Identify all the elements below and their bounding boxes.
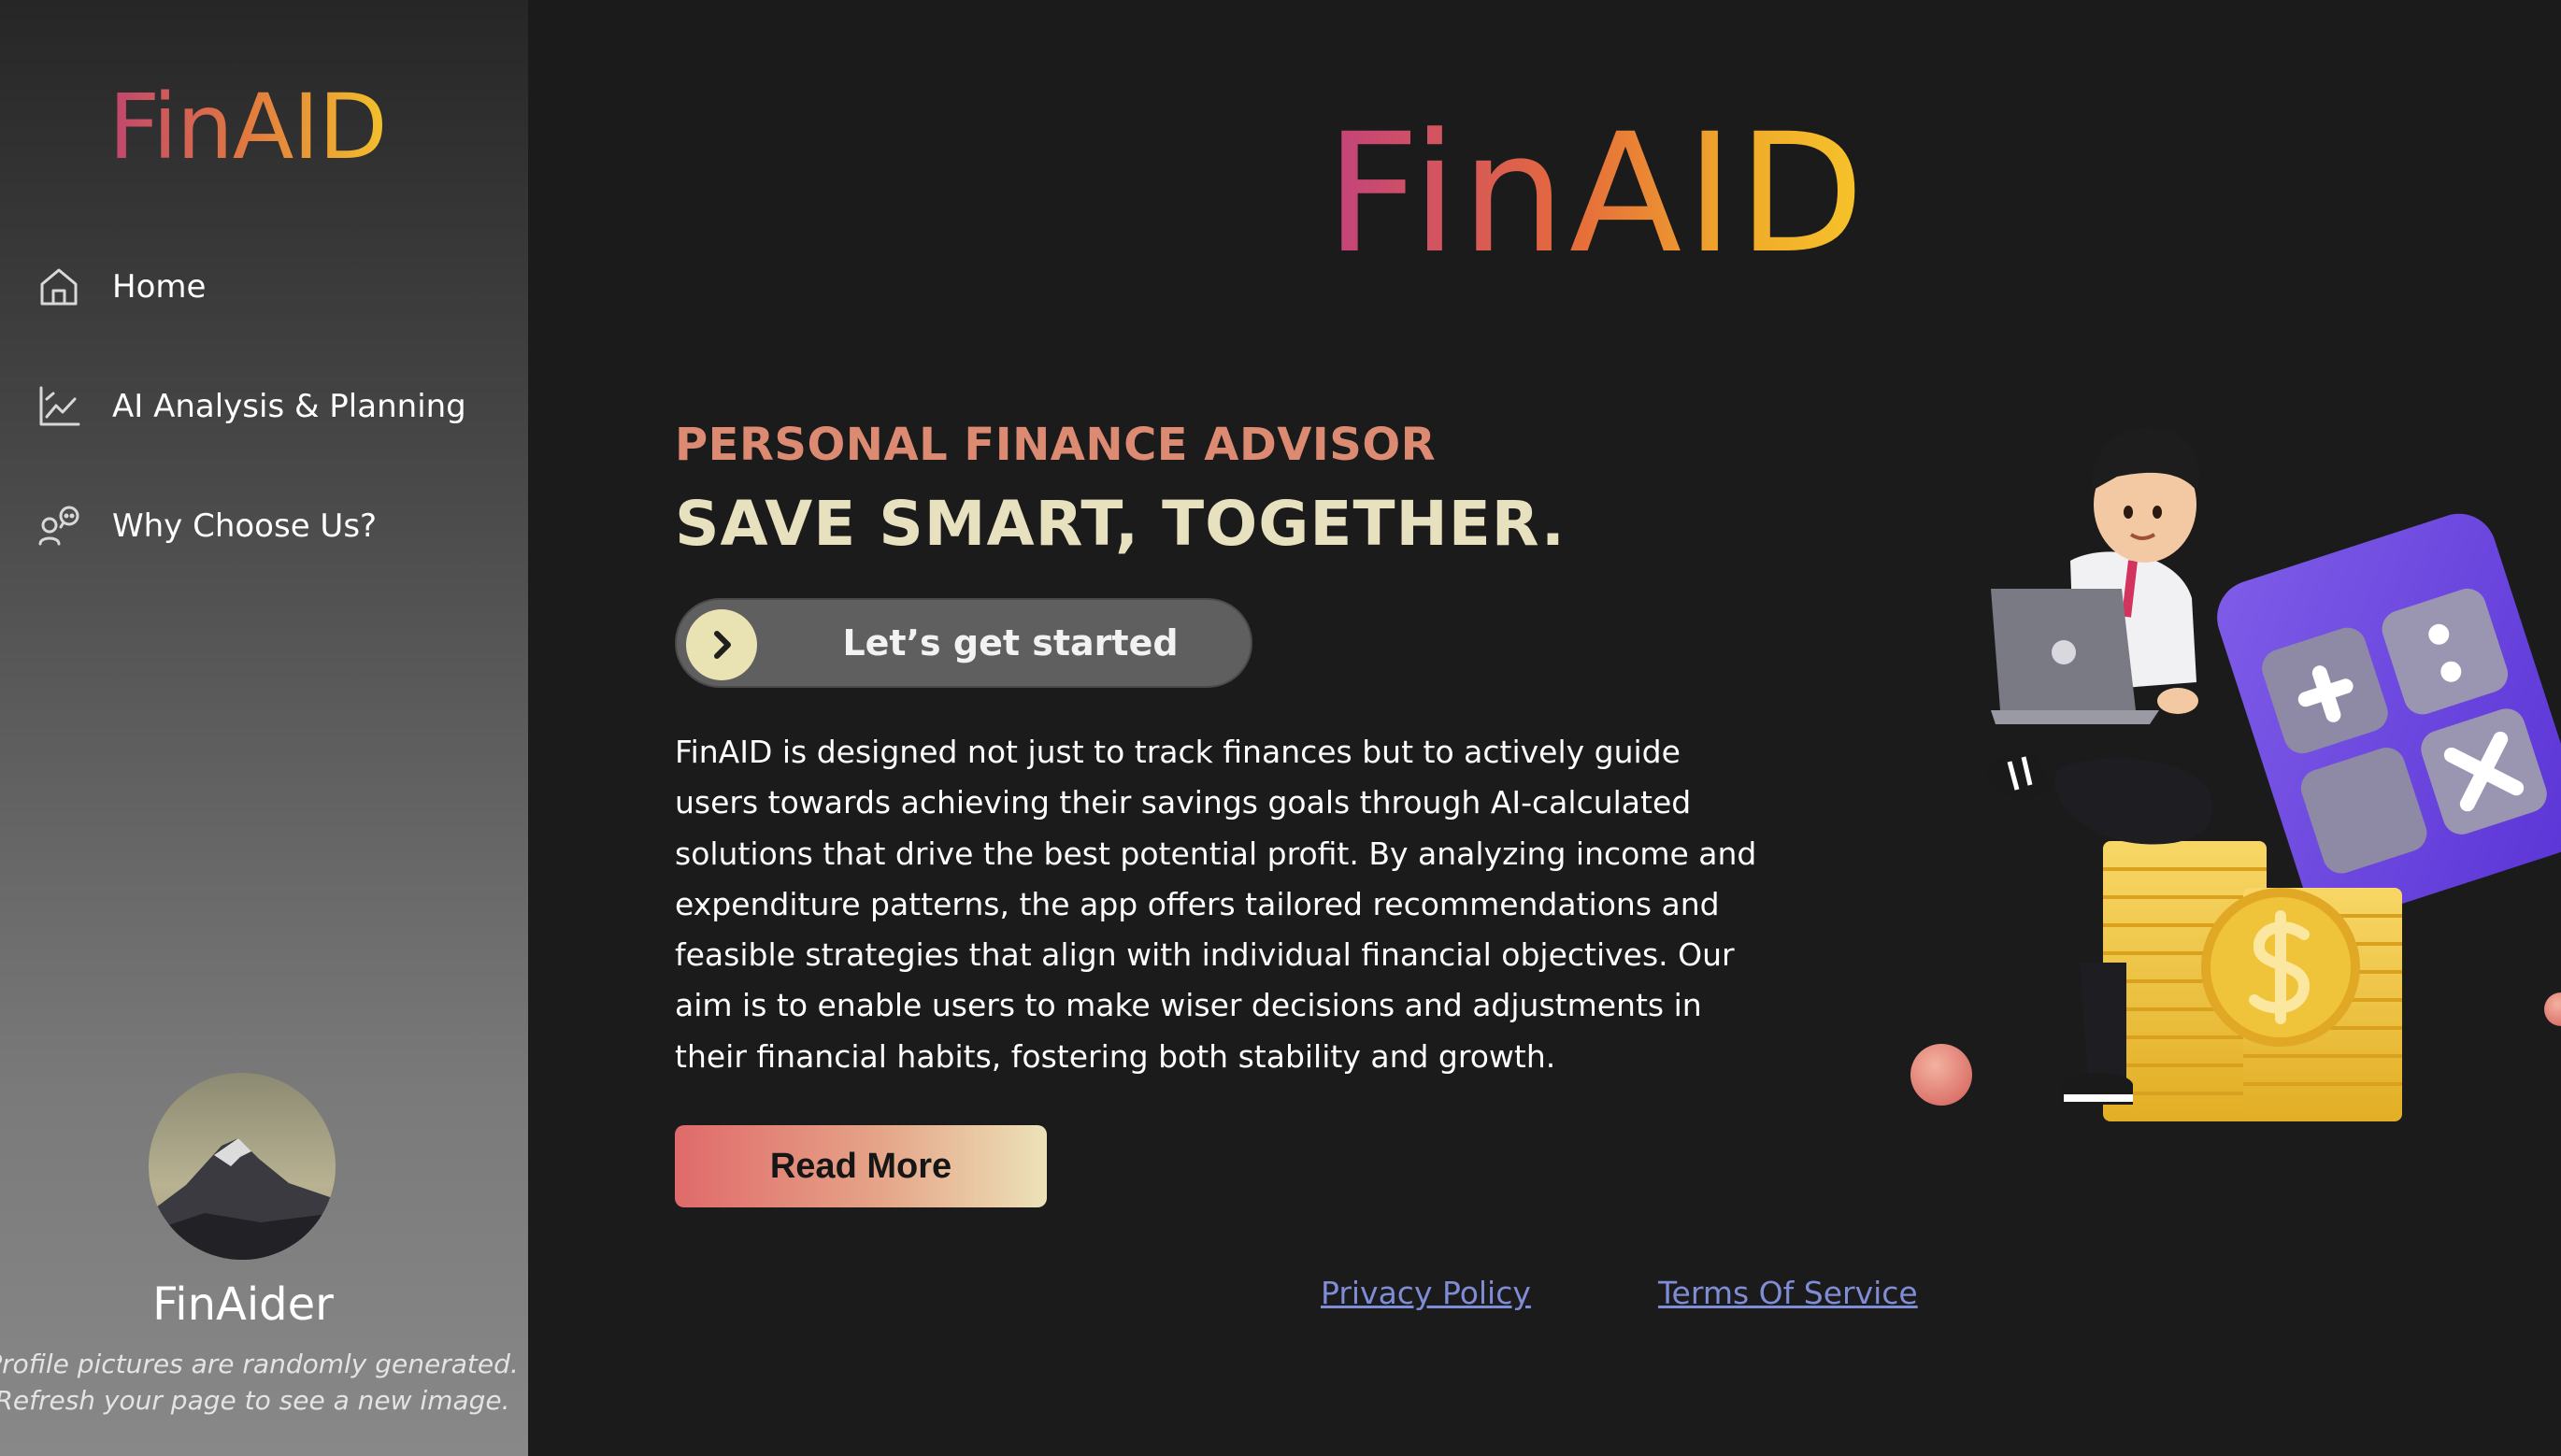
profile-note-line: Profile pictures are randomly generated. <box>0 1349 519 1379</box>
sidebar-item-label: Why Choose Us? <box>112 507 378 545</box>
chevron-right-icon <box>686 609 757 680</box>
get-started-label: Let’s get started <box>842 622 1179 664</box>
sidebar-item-ai-analysis[interactable]: AI Analysis & Planning <box>37 374 466 439</box>
description-text: FinAID is designed not just to track fin… <box>675 734 1757 1075</box>
sidebar-logo[interactable]: FinAID <box>108 82 388 172</box>
profile-name: FinAider <box>152 1278 334 1331</box>
home-icon <box>37 265 80 308</box>
privacy-policy-link[interactable]: Privacy Policy <box>1321 1275 1531 1311</box>
sidebar-item-label: Home <box>112 268 207 306</box>
user-chat-icon <box>37 505 80 548</box>
sidebar-item-why-choose-us[interactable]: Why Choose Us? <box>37 493 377 559</box>
eyebrow-text: PERSONAL FINANCE ADVISOR <box>675 419 1437 471</box>
get-started-button[interactable]: Let’s get started <box>675 598 1252 688</box>
chart-line-icon <box>37 385 80 428</box>
hero-illustration <box>1888 402 2561 1131</box>
page-headline: SAVE SMART, TOGETHER. <box>675 488 1566 560</box>
profile-note: Profile pictures are randomly generated.… <box>0 1346 523 1419</box>
sidebar: FinAID Home AI Analysis & Planning Why C… <box>0 0 528 1456</box>
read-more-button[interactable]: Read More <box>675 1125 1047 1207</box>
sidebar-item-home[interactable]: Home <box>37 254 206 320</box>
main-logo: FinAID <box>1325 98 1868 290</box>
terms-of-service-link[interactable]: Terms Of Service <box>1658 1275 1918 1311</box>
profile-note-line: Refresh your page to see a new image. <box>0 1385 510 1416</box>
sidebar-item-label: AI Analysis & Planning <box>112 388 466 425</box>
avatar <box>149 1073 336 1260</box>
